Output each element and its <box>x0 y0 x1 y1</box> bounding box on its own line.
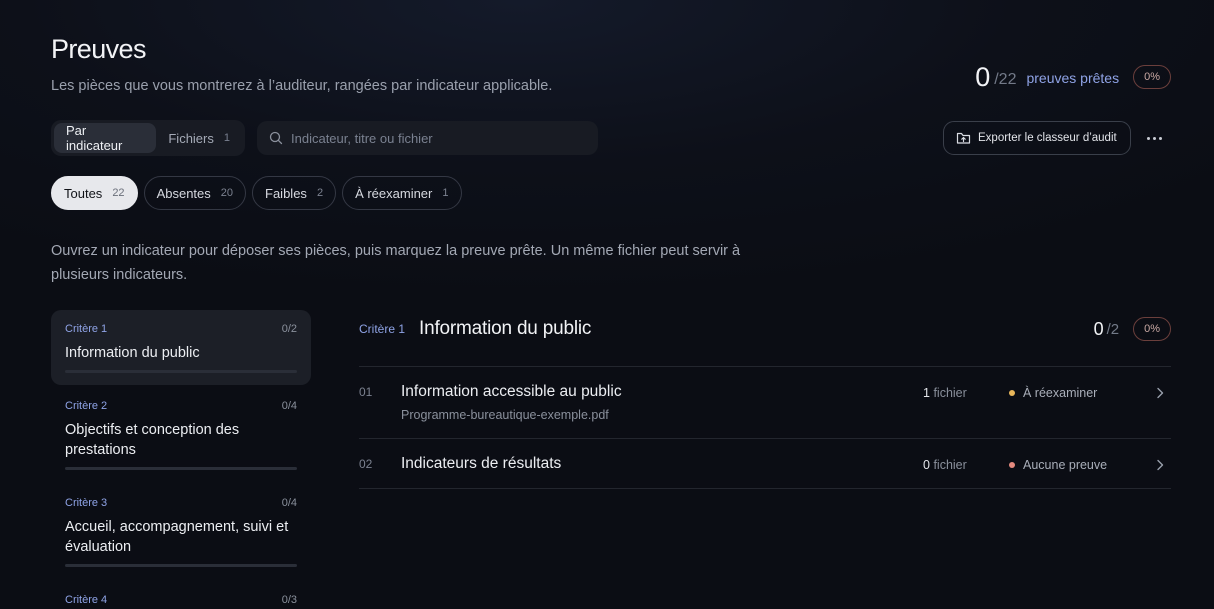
view-toggle: Par indicateur Fichiers 1 <box>51 120 245 156</box>
indicator-status: À réexaminer <box>1009 386 1097 400</box>
criterion-title: Information du public <box>65 345 200 361</box>
criterion-title: Objectifs et conception des prestations <box>65 422 240 458</box>
detail-ready-count: 0 <box>1093 318 1104 339</box>
indicator-number: 01 <box>359 385 373 399</box>
files-count-label: fichier <box>933 386 967 400</box>
detail-criterion-label: Critère 1 <box>359 322 406 336</box>
indicator-status: Aucune preuve <box>1009 458 1107 472</box>
search-box <box>257 121 598 155</box>
files-count-value: 1 <box>923 386 930 400</box>
filter-count: 2 <box>316 187 324 199</box>
criterion-detail-header: Critère 1 Information du public 0 /2 0% <box>359 310 1171 348</box>
filter-weak[interactable]: Faibles 2 <box>252 176 337 210</box>
status-dot <box>1009 390 1015 396</box>
filter-label: Absentes <box>156 185 211 201</box>
indicator-files-count: 0 fichier <box>923 458 967 472</box>
indicator-row[interactable]: 01 Information accessible au public Prog… <box>359 367 1171 439</box>
criterion-progress-bar <box>65 564 297 567</box>
criterion-label: Critère 1 <box>65 323 108 335</box>
status-label: Aucune preuve <box>1023 458 1108 472</box>
criterion-count: 0/4 <box>281 497 297 509</box>
search-icon <box>269 131 283 145</box>
view-by-indicator-button[interactable]: Par indicateur <box>54 123 157 153</box>
filter-label: À réexaminer <box>355 185 433 201</box>
criterion-count: 0/3 <box>281 594 297 606</box>
status-label: À réexaminer <box>1023 386 1098 400</box>
chevron-right-icon <box>1157 387 1164 399</box>
criterion-label: Critère 4 <box>65 594 108 606</box>
criterion-count: 0/2 <box>281 323 297 335</box>
detail-total: /2 <box>1106 320 1120 338</box>
indicator-files-count: 1 fichier <box>923 386 967 400</box>
detail-title: Information du public <box>419 318 592 339</box>
export-icon <box>956 132 971 144</box>
filter-label: Faibles <box>265 185 307 201</box>
criterion-detail: Critère 1 Information du public 0 /2 0% … <box>359 310 1171 489</box>
status-filters: Toutes 22 Absentes 20 Faibles 2 À réexam… <box>51 176 462 210</box>
indicator-title: Indicateurs de résultats <box>401 455 562 472</box>
summary-percent-badge: 0% <box>1133 65 1171 89</box>
criteria-list: Critère 1 0/2 Information du public Crit… <box>51 310 311 609</box>
filter-count: 20 <box>220 187 234 199</box>
indicator-file-name: Programme-bureautique-exemple.pdf <box>401 408 609 422</box>
view-files-button[interactable]: Fichiers 1 <box>156 123 242 153</box>
criterion-item[interactable]: Critère 3 0/4 Accueil, accompagnement, s… <box>51 484 311 581</box>
summary-ready-count: 0 <box>975 61 991 92</box>
export-audit-workbook-button[interactable]: Exporter le classeur d’audit <box>943 121 1131 155</box>
view-by-indicator-label: Par indicateur <box>66 123 123 153</box>
summary-total: /22 <box>994 71 1017 88</box>
indicator-row[interactable]: 02 Indicateurs de résultats 0 fichier Au… <box>359 439 1171 489</box>
detail-percent-badge: 0% <box>1133 317 1171 341</box>
criterion-label: Critère 2 <box>65 400 108 412</box>
criterion-item[interactable]: Critère 1 0/2 Information du public <box>51 310 311 385</box>
view-files-label: Fichiers <box>168 130 214 146</box>
criterion-progress-bar <box>65 467 297 470</box>
criterion-item[interactable]: Critère 2 0/4 Objectifs et conception de… <box>51 387 311 484</box>
status-dot <box>1009 462 1015 468</box>
criterion-label: Critère 3 <box>65 497 108 509</box>
files-count-value: 0 <box>923 458 930 472</box>
criterion-item[interactable]: Critère 4 0/3 <box>51 581 311 609</box>
criterion-progress-bar <box>65 370 297 373</box>
filter-label: Toutes <box>64 185 103 201</box>
helper-text: Ouvrez un indicateur pour déposer ses pi… <box>51 243 741 283</box>
filter-count: 22 <box>112 187 125 199</box>
page-subtitle: Les pièces que vous montrerez à l’audite… <box>51 78 553 94</box>
page-title: Preuves <box>51 34 146 64</box>
filter-count: 1 <box>442 187 449 199</box>
view-files-count: 1 <box>223 132 230 144</box>
files-count-label: fichier <box>933 458 967 472</box>
more-icon <box>1146 136 1162 140</box>
chevron-right-icon <box>1157 459 1164 471</box>
search-input[interactable] <box>291 130 571 146</box>
criterion-title: Accueil, accompagnement, suivi et évalua… <box>65 519 289 555</box>
filter-missing[interactable]: Absentes 20 <box>143 176 247 210</box>
filter-all[interactable]: Toutes 22 <box>51 176 138 210</box>
evidence-summary: 0 /22 preuves prêtes 0% <box>975 60 1171 94</box>
more-options-button[interactable] <box>1140 126 1168 150</box>
criterion-count: 0/4 <box>281 400 297 412</box>
indicator-title: Information accessible au public <box>401 383 622 400</box>
summary-label: preuves prêtes <box>1026 70 1120 86</box>
indicator-number: 02 <box>359 457 373 471</box>
indicator-list: 01 Information accessible au public Prog… <box>359 366 1171 489</box>
filter-to-review[interactable]: À réexaminer 1 <box>342 176 462 210</box>
export-button-label: Exporter le classeur d’audit <box>978 132 1117 144</box>
